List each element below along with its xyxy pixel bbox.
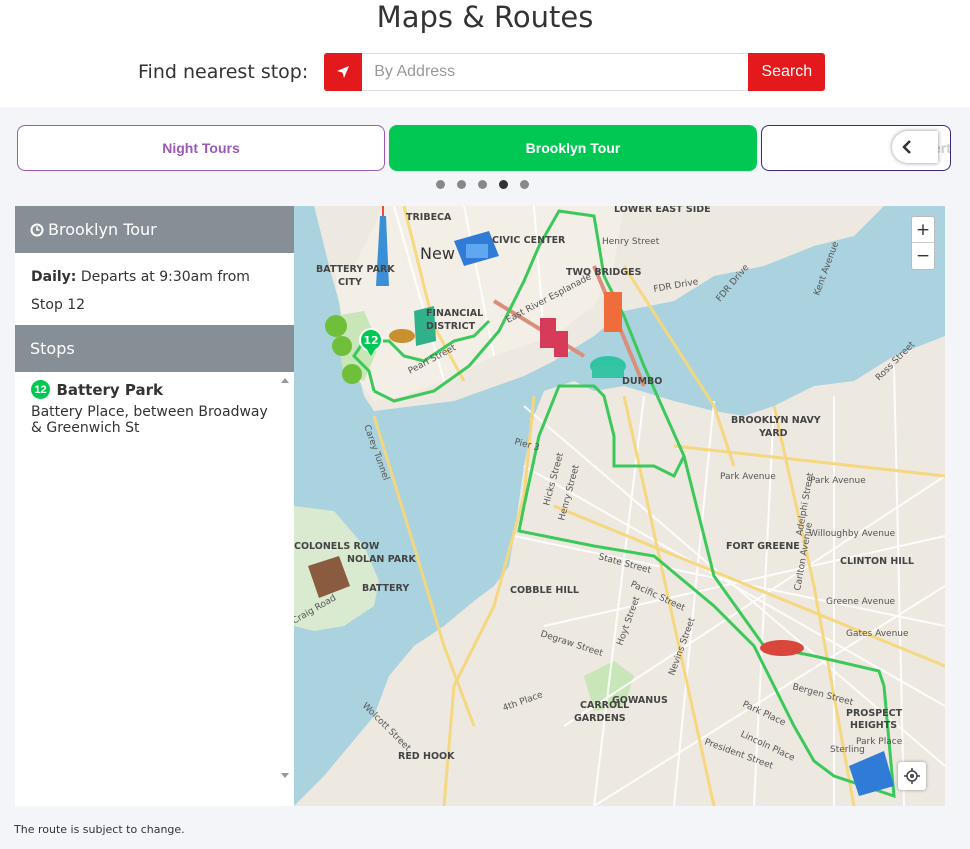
svg-text:Willoughby Avenue: Willoughby Avenue [809, 529, 896, 539]
tour-tabs: Night Tours Brooklyn Tour Liberty [0, 125, 951, 171]
carousel-dots [436, 180, 541, 189]
chevron-left-icon [902, 140, 911, 154]
tab-brooklyn-tour[interactable]: Brooklyn Tour [389, 125, 757, 171]
svg-text:DISTRICT: DISTRICT [426, 321, 476, 332]
locate-me-button[interactable] [324, 53, 363, 91]
route-map[interactable]: 12 TRIBECA LOWER EAST SIDE CIVIC CENTER … [294, 206, 945, 806]
svg-text:DUMBO: DUMBO [622, 376, 662, 387]
stops-scrollbar[interactable] [280, 378, 290, 778]
svg-text:GOWANUS: GOWANUS [612, 695, 668, 706]
stop-finder: Find nearest stop: Search [138, 53, 826, 91]
address-input[interactable] [362, 53, 749, 91]
search-button[interactable]: Search [748, 53, 826, 91]
svg-text:BROOKLYN NAVY: BROOKLYN NAVY [731, 415, 821, 426]
carousel-dot[interactable] [436, 180, 445, 189]
finder-label: Find nearest stop: [138, 61, 309, 83]
map-canvas[interactable]: 12 TRIBECA LOWER EAST SIDE CIVIC CENTER … [294, 206, 945, 806]
map-locate-button[interactable] [898, 762, 926, 790]
carousel-prev-button[interactable] [892, 131, 938, 163]
crosshair-icon [904, 768, 920, 784]
zoom-out-button[interactable]: − [912, 243, 934, 269]
tab-night-tours[interactable]: Night Tours [17, 125, 385, 171]
navigation-arrow-icon [337, 66, 350, 78]
route-disclaimer: The route is subject to change. [14, 823, 185, 836]
svg-text:NOLAN PARK: NOLAN PARK [347, 554, 416, 565]
stop-item[interactable]: 12 Battery Park Battery Place, between B… [31, 380, 278, 436]
scroll-up-arrow-icon[interactable] [281, 378, 289, 383]
carousel-dot[interactable] [478, 180, 487, 189]
svg-text:12: 12 [363, 334, 378, 347]
svg-text:COBBLE HILL: COBBLE HILL [510, 585, 579, 596]
svg-text:FORT GREENE: FORT GREENE [726, 541, 800, 552]
scroll-down-arrow-icon[interactable] [281, 773, 289, 778]
svg-text:Park Avenue: Park Avenue [810, 476, 866, 486]
svg-text:Henry Street: Henry Street [602, 237, 660, 247]
svg-text:RED HOOK: RED HOOK [398, 751, 455, 762]
svg-text:HEIGHTS: HEIGHTS [850, 720, 897, 731]
svg-text:Gates Avenue: Gates Avenue [846, 629, 909, 639]
stops-header: Stops [15, 325, 294, 372]
svg-text:TWO BRIDGES: TWO BRIDGES [566, 267, 642, 278]
page-title: Maps & Routes [376, 0, 594, 34]
svg-text:FINANCIAL: FINANCIAL [426, 308, 483, 319]
stop-name: Battery Park [56, 380, 164, 399]
zoom-in-button[interactable]: + [912, 217, 934, 243]
svg-text:COLONELS ROW: COLONELS ROW [294, 541, 380, 552]
clock-icon [30, 223, 44, 236]
svg-text:CIVIC CENTER: CIVIC CENTER [492, 235, 566, 246]
svg-text:PROSPECT: PROSPECT [846, 708, 903, 719]
tour-header: Brooklyn Tour [15, 206, 294, 253]
svg-text:CITY: CITY [338, 277, 362, 288]
svg-text:BATTERY: BATTERY [362, 583, 409, 594]
svg-text:TRIBECA: TRIBECA [406, 212, 452, 223]
stop-address: Battery Place, between Broadway & Greenw… [31, 404, 268, 436]
landmark-carousel-icon [590, 356, 626, 378]
stop-number-badge: 12 [31, 380, 50, 399]
header: Maps & Routes Find nearest stop: Search [0, 0, 970, 107]
tour-sidebar: Brooklyn Tour Daily: Departs at 9:30am f… [15, 206, 294, 806]
svg-text:LOWER EAST SIDE: LOWER EAST SIDE [614, 206, 711, 215]
carousel-dot[interactable] [520, 180, 529, 189]
landmark-charging-bull-icon [389, 329, 415, 343]
stops-list: 12 Battery Park Battery Place, between B… [15, 372, 294, 780]
schedule-label: Daily: [31, 269, 77, 285]
map-zoom-control: + − [911, 216, 935, 270]
landmark-manhattan-bridge-icon [604, 292, 622, 332]
tour-title: Brooklyn Tour [48, 220, 157, 239]
svg-text:CLINTON HILL: CLINTON HILL [840, 556, 914, 567]
carousel-dot[interactable] [457, 180, 466, 189]
landmark-barclays-center-icon [760, 640, 804, 656]
svg-text:Greene Avenue: Greene Avenue [826, 597, 896, 607]
carousel-dot-active[interactable] [499, 180, 508, 189]
tour-schedule: Daily: Departs at 9:30am from Stop 12 [15, 253, 294, 325]
svg-text:BATTERY PARK: BATTERY PARK [316, 264, 395, 275]
new-york-label: New [420, 244, 455, 263]
svg-text:YARD: YARD [758, 428, 788, 439]
svg-text:GARDENS: GARDENS [574, 713, 626, 724]
svg-text:Park Place: Park Place [856, 737, 903, 747]
svg-text:Park Avenue: Park Avenue [720, 472, 776, 482]
